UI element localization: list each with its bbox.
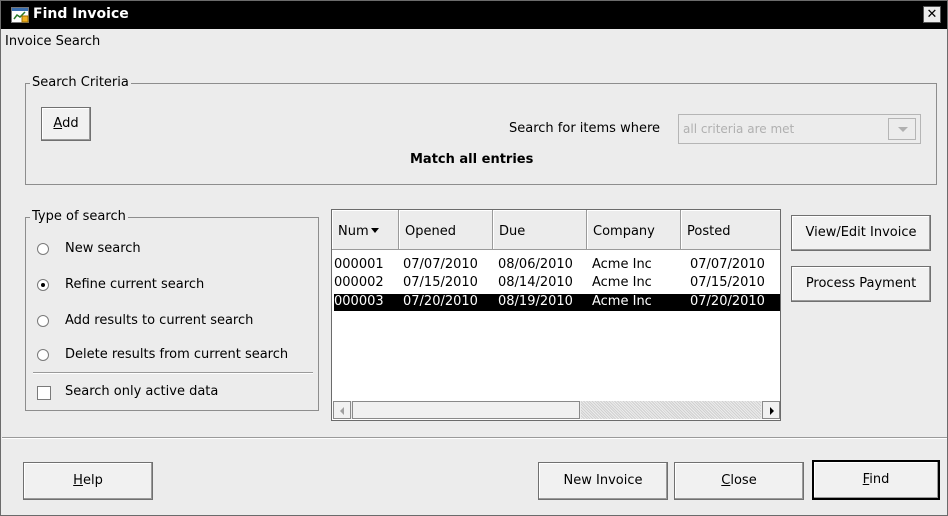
window-title: Find Invoice: [33, 6, 129, 22]
combo-dropdown-button[interactable]: [888, 118, 916, 140]
cell-posted: 07/07/2010: [690, 257, 765, 272]
find-button[interactable]: Find: [812, 460, 940, 500]
table-row[interactable]: 000002 07/15/2010 08/14/2010 Acme Inc 07…: [334, 275, 780, 292]
table-row[interactable]: 000001 07/07/2010 08/06/2010 Acme Inc 07…: [334, 257, 780, 274]
results-list[interactable]: Num Opened Due Company Posted 000001 07/…: [331, 209, 781, 421]
column-header-due[interactable]: Due: [493, 210, 587, 250]
close-button[interactable]: Close: [674, 462, 804, 500]
view-edit-invoice-button[interactable]: View/Edit Invoice: [791, 215, 931, 251]
criteria-match-value: all criteria are met: [683, 122, 795, 136]
column-header-num[interactable]: Num: [332, 210, 399, 250]
new-invoice-button[interactable]: New Invoice: [538, 462, 668, 500]
search-for-label: Search for items where: [509, 121, 661, 136]
scroll-left-button[interactable]: [333, 401, 351, 419]
help-button[interactable]: Help: [23, 462, 153, 500]
combo-dropdown-icon: [898, 127, 908, 132]
active-only-checkbox[interactable]: [37, 386, 51, 400]
invoice-window-icon: [11, 7, 29, 23]
column-header-company[interactable]: Company: [587, 210, 681, 250]
scroll-right-button[interactable]: [762, 401, 780, 419]
cell-opened: 07/20/2010: [403, 294, 478, 309]
add-criteria-button[interactable]: Add: [41, 107, 91, 141]
cell-num: 000001: [334, 257, 384, 272]
active-only-label: Search only active data: [65, 384, 219, 399]
cell-num: 000002: [334, 275, 384, 290]
radio-button[interactable]: [37, 243, 49, 255]
cell-posted: 07/20/2010: [690, 294, 765, 309]
cell-company: Acme Inc: [592, 294, 652, 309]
title-bar[interactable]: Find Invoice ✕: [1, 1, 947, 29]
radio-button[interactable]: [37, 349, 49, 361]
cell-opened: 07/15/2010: [403, 275, 478, 290]
radio-new-search[interactable]: New search: [37, 241, 237, 261]
scroll-thumb[interactable]: [352, 401, 580, 419]
column-header-opened[interactable]: Opened: [399, 210, 493, 250]
close-icon[interactable]: ✕: [923, 6, 941, 23]
footer-divider: [2, 437, 947, 439]
process-payment-button[interactable]: Process Payment: [791, 266, 931, 302]
scroll-right-icon: [770, 407, 774, 415]
find-invoice-dialog: Find Invoice ✕ Invoice Search Search Cri…: [0, 0, 948, 516]
horizontal-scrollbar[interactable]: [333, 401, 780, 419]
criteria-match-select[interactable]: all criteria are met: [678, 114, 921, 144]
scroll-left-icon: [340, 407, 344, 415]
radio-delete-results[interactable]: Delete results from current search: [37, 347, 315, 367]
search-type-separator: [33, 372, 313, 374]
column-header-posted[interactable]: Posted: [681, 210, 780, 250]
radio-refine-search[interactable]: Refine current search: [37, 277, 257, 297]
cell-company: Acme Inc: [592, 275, 652, 290]
cell-posted: 07/15/2010: [690, 275, 765, 290]
radio-add-results[interactable]: Add results to current search: [37, 313, 287, 333]
match-all-text: Match all entries: [410, 152, 534, 167]
cell-due: 08/06/2010: [498, 257, 573, 272]
search-criteria-label: Search Criteria: [30, 75, 131, 90]
cell-opened: 07/07/2010: [403, 257, 478, 272]
page-title: Invoice Search: [5, 34, 101, 49]
cell-num: 000003: [334, 294, 384, 309]
search-type-label: Type of search: [30, 209, 128, 224]
table-row[interactable]: 000003 07/20/2010 08/19/2010 Acme Inc 07…: [334, 294, 780, 311]
cell-company: Acme Inc: [592, 257, 652, 272]
radio-button[interactable]: [37, 279, 49, 291]
sort-descending-icon: [370, 228, 379, 233]
radio-selected-dot: [41, 283, 45, 287]
scroll-track[interactable]: [581, 401, 761, 419]
cell-due: 08/14/2010: [498, 275, 573, 290]
radio-button[interactable]: [37, 315, 49, 327]
cell-due: 08/19/2010: [498, 294, 573, 309]
